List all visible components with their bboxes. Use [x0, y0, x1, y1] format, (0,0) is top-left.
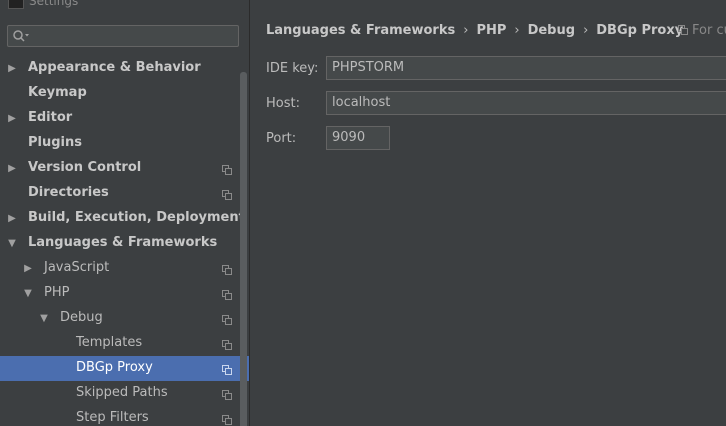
tree-item-directories[interactable]: Directories: [0, 181, 249, 206]
tree-item-label: PHP: [44, 285, 70, 300]
search-input[interactable]: [7, 25, 239, 47]
tree-item-label: Debug: [60, 310, 103, 325]
tree-item-version-control[interactable]: ▶ Version Control: [0, 156, 249, 181]
port-label: Port:: [266, 131, 297, 146]
project-scope-icon: [222, 339, 232, 350]
breadcrumb-debug: Debug: [527, 23, 576, 38]
tree-item-plugins[interactable]: Plugins: [0, 131, 249, 156]
project-scope-icon: [222, 264, 232, 275]
expand-arrow-right-icon[interactable]: ▶: [7, 156, 17, 181]
expand-arrow-down-icon[interactable]: ▼: [39, 306, 49, 331]
settings-content: Languages & Frameworks › PHP › Debug › DBGp Pr…: [250, 0, 726, 426]
expand-arrow-right-icon[interactable]: ▶: [7, 106, 17, 131]
breadcrumb-separator: ›: [514, 23, 520, 38]
tree-item-templates[interactable]: Templates: [0, 331, 249, 356]
breadcrumb-languages-frameworks: Languages & Frameworks: [266, 23, 456, 38]
breadcrumb-separator: ›: [463, 23, 469, 38]
port-field[interactable]: 9090: [326, 126, 390, 150]
project-scope-icon: [222, 414, 232, 425]
tree-item-editor[interactable]: ▶ Editor: [0, 106, 249, 131]
expand-arrow-down-icon[interactable]: ▼: [7, 231, 17, 256]
for-current-text: For cu: [692, 23, 726, 38]
sidebar-scrollbar[interactable]: [240, 72, 247, 426]
tree-item-appearance-behavior[interactable]: ▶ Appearance & Behavior: [0, 56, 249, 81]
project-scope-icon: [222, 314, 232, 325]
project-scope-icon: [222, 189, 232, 200]
tree-item-label: Plugins: [28, 135, 82, 150]
tree-item-build-execution-deployment[interactable]: ▶ Build, Execution, Deployment: [0, 206, 249, 231]
breadcrumb-php: PHP: [476, 23, 507, 38]
tree-item-label: JavaScript: [44, 260, 110, 275]
tree-item-skipped-paths[interactable]: Skipped Paths: [0, 381, 249, 406]
tree-item-label: Step Filters: [76, 410, 149, 425]
tree-item-debug[interactable]: ▼ Debug: [0, 306, 249, 331]
expand-arrow-down-icon[interactable]: ▼: [23, 281, 33, 306]
app-icon: [8, 0, 24, 9]
expand-arrow-right-icon[interactable]: ▶: [7, 206, 17, 231]
tree-item-label: Appearance & Behavior: [28, 60, 201, 75]
breadcrumb: Languages & Frameworks › PHP › Debug › DBGp Pr…: [266, 23, 683, 38]
project-scope-icon: [222, 389, 232, 400]
project-scope-icon: [222, 164, 232, 175]
tree-item-label: Build, Execution, Deployment: [28, 210, 245, 225]
ide-key-field[interactable]: PHPSTORM: [326, 56, 726, 80]
tree-item-step-filters[interactable]: Step Filters: [0, 406, 249, 426]
tree-item-label: Directories: [28, 185, 109, 200]
tree-item-label: Languages & Frameworks: [28, 235, 218, 250]
tree-item-keymap[interactable]: Keymap: [0, 81, 249, 106]
for-current-project-note: For cu: [678, 23, 726, 38]
ide-key-label: IDE key:: [266, 61, 319, 76]
host-field[interactable]: localhost: [326, 91, 726, 115]
tree-item-javascript[interactable]: ▶ JavaScript: [0, 256, 249, 281]
breadcrumb-dbgp-proxy: DBGp Proxy: [596, 23, 684, 38]
expand-arrow-right-icon[interactable]: ▶: [23, 256, 33, 281]
tree-item-label: Editor: [28, 110, 73, 125]
breadcrumb-separator: ›: [583, 23, 589, 38]
project-scope-icon: [222, 364, 232, 375]
tree-item-label: DBGp Proxy: [76, 360, 153, 375]
expand-arrow-right-icon[interactable]: ▶: [7, 56, 17, 81]
tree-item-label: Skipped Paths: [76, 385, 168, 400]
window-title: Settings: [29, 0, 79, 8]
tree-item-label: Version Control: [28, 160, 142, 175]
project-scope-icon: [222, 289, 232, 300]
tree-item-languages-frameworks[interactable]: ▼ Languages & Frameworks: [0, 231, 249, 256]
tree-item-label: Keymap: [28, 85, 87, 100]
host-label: Host:: [266, 96, 300, 111]
project-scope-icon: [678, 25, 688, 35]
tree-item-dbgp-proxy[interactable]: DBGp Proxy: [0, 356, 249, 381]
tree-item-php[interactable]: ▼ PHP: [0, 281, 249, 306]
search-icon: [12, 29, 30, 43]
tree-item-label: Templates: [76, 335, 143, 350]
settings-sidebar: ▶ Appearance & Behavior Keymap ▶ Editor Plugi…: [0, 14, 249, 426]
